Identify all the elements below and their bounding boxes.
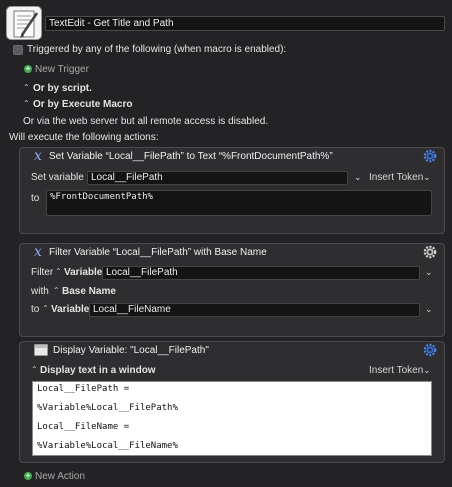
display-line: Local__FilePath = bbox=[37, 384, 130, 394]
chevron-down-icon[interactable]: ⌄ bbox=[354, 172, 362, 183]
action-set-variable[interactable]: 𝑥 Set Variable “Local__FilePath” to Text… bbox=[19, 147, 445, 234]
chevron-down-icon[interactable]: ⌄ bbox=[425, 304, 433, 315]
chevron-updown-icon[interactable]: ⌃ bbox=[42, 304, 49, 313]
or-by-execute-macro-label[interactable]: Or by Execute Macro bbox=[33, 99, 132, 110]
display-window-icon bbox=[34, 344, 48, 356]
chevron-updown-icon[interactable]: ⌃ bbox=[31, 365, 38, 374]
triggers-header: Triggered by any of the following (when … bbox=[27, 44, 287, 55]
filter-variable-field[interactable]: Local__FilePath bbox=[102, 266, 420, 280]
variable-x-icon: 𝑥 bbox=[34, 244, 42, 260]
filter-label: Filter bbox=[31, 267, 54, 278]
filter-type-select[interactable]: Variable bbox=[64, 267, 102, 278]
action-title: Set Variable “Local__FilePath” to Text “… bbox=[49, 151, 333, 162]
or-by-script-label[interactable]: Or by script. bbox=[33, 83, 92, 94]
action-header[interactable]: Display Variable: "Local__FilePath" bbox=[20, 342, 444, 359]
action-header[interactable]: 𝑥 Filter Variable “Local__FilePath” with… bbox=[20, 244, 444, 261]
to-type-select[interactable]: Variable bbox=[51, 304, 89, 315]
display-line: %Variable%Local__FilePath% bbox=[37, 403, 178, 413]
display-text-field[interactable]: Local__FilePath = %Variable%Local__FileP… bbox=[32, 381, 432, 456]
gear-icon[interactable] bbox=[423, 343, 437, 357]
set-variable-label: Set variable bbox=[31, 172, 84, 183]
chevron-down-icon[interactable]: ⌄ bbox=[423, 172, 431, 183]
with-label: with bbox=[31, 286, 49, 297]
action-filter-variable[interactable]: 𝑥 Filter Variable “Local__FilePath” with… bbox=[19, 243, 445, 337]
insert-token-button[interactable]: Insert Token bbox=[369, 172, 423, 183]
triggered-checkbox[interactable] bbox=[13, 45, 23, 55]
chevron-down-icon[interactable]: ⌄ bbox=[425, 267, 433, 278]
to-variable-field[interactable]: Local__FileName bbox=[89, 303, 420, 317]
new-action-plus-icon[interactable]: + bbox=[24, 472, 32, 480]
new-action-button[interactable]: New Action bbox=[35, 471, 85, 482]
action-title: Filter Variable “Local__FilePath” with B… bbox=[49, 247, 267, 258]
gear-icon[interactable] bbox=[423, 245, 437, 259]
action-header[interactable]: 𝑥 Set Variable “Local__FilePath” to Text… bbox=[20, 148, 444, 165]
chevron-down-icon[interactable]: ⌄ bbox=[423, 365, 431, 376]
new-trigger-button[interactable]: New Trigger bbox=[35, 64, 89, 75]
display-mode-select[interactable]: Display text in a window bbox=[40, 365, 156, 376]
actions-header: Will execute the following actions: bbox=[9, 132, 159, 143]
chevron-updown-icon[interactable]: ⌃ bbox=[53, 286, 60, 295]
display-line: Local__FileName = bbox=[37, 422, 130, 432]
chevron-updown-icon: ⌃ bbox=[23, 83, 30, 92]
to-label: to bbox=[31, 304, 40, 315]
action-title: Display Variable: "Local__FilePath" bbox=[53, 345, 209, 356]
gear-icon[interactable] bbox=[423, 149, 437, 163]
insert-token-button[interactable]: Insert Token bbox=[369, 365, 423, 376]
to-label: to bbox=[31, 193, 40, 204]
text-value-field[interactable]: %FrontDocumentPath% bbox=[46, 190, 432, 216]
with-filter-select[interactable]: Base Name bbox=[62, 286, 116, 297]
display-line: %Variable%Local__FileName% bbox=[37, 441, 178, 451]
variable-x-icon: 𝑥 bbox=[34, 148, 42, 164]
chevron-updown-icon[interactable]: ⌃ bbox=[55, 267, 62, 276]
action-display-variable[interactable]: Display Variable: "Local__FilePath" ⌃ Di… bbox=[19, 341, 445, 463]
web-server-note: Or via the web server but all remote acc… bbox=[23, 116, 269, 127]
macro-title-field[interactable]: TextEdit - Get Title and Path bbox=[45, 16, 445, 31]
variable-name-field[interactable]: Local__FilePath bbox=[87, 171, 348, 185]
new-trigger-plus-icon[interactable]: + bbox=[24, 65, 32, 73]
textedit-document-icon[interactable] bbox=[6, 6, 42, 40]
chevron-updown-icon: ⌃ bbox=[23, 99, 30, 108]
